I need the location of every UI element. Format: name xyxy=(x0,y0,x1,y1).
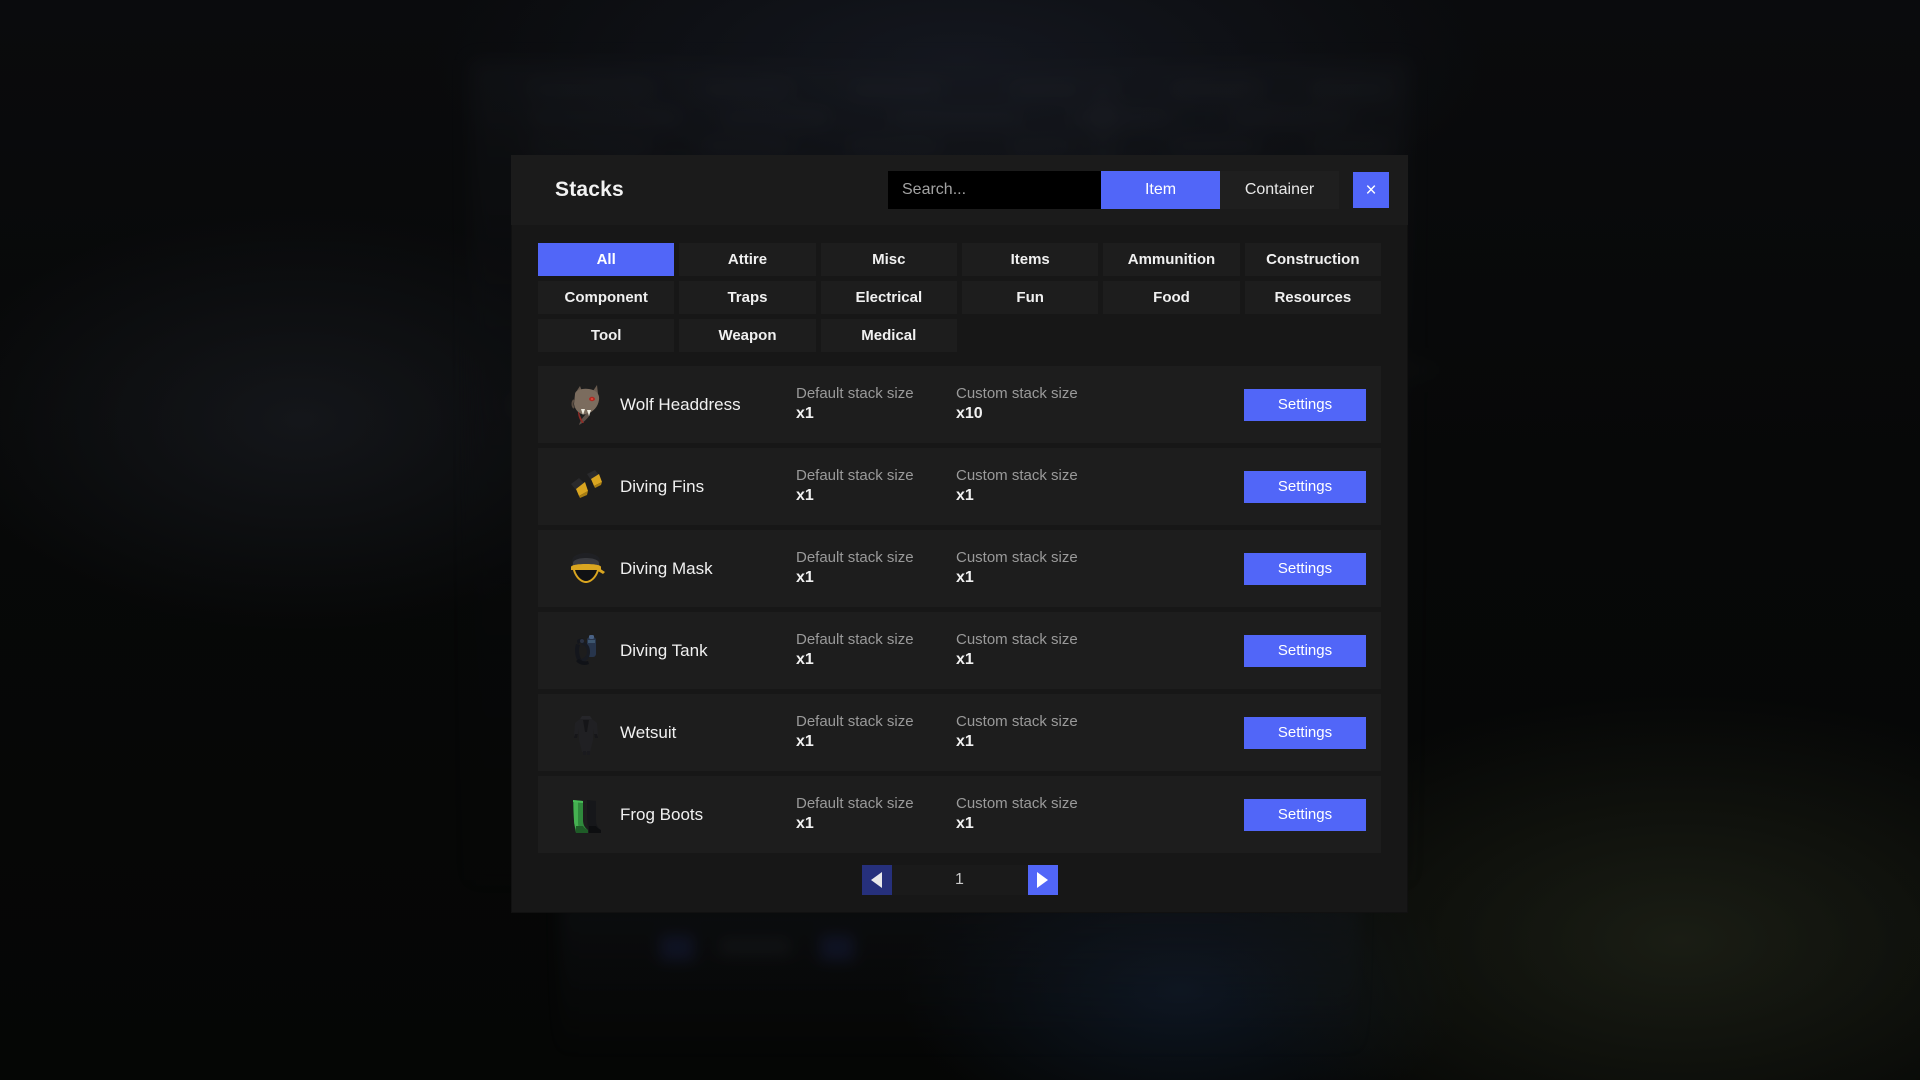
custom-stack-size: Custom stack size x1 xyxy=(956,795,1134,834)
triangle-right-icon xyxy=(1037,872,1048,888)
default-stack-label: Default stack size xyxy=(796,631,914,649)
category-filter-grid: All Attire Misc Items Ammunition Constru… xyxy=(511,225,1408,352)
prev-page-button[interactable] xyxy=(861,865,892,895)
category-resources[interactable]: Resources xyxy=(1244,281,1381,314)
settings-button[interactable]: Settings xyxy=(1244,634,1366,667)
wolf-headdress-icon xyxy=(560,379,612,431)
item-name: Frog Boots xyxy=(620,804,704,824)
table-row[interactable]: Frog Boots Default stack size x1 Custom … xyxy=(538,776,1381,853)
category-component[interactable]: Component xyxy=(538,281,675,314)
custom-stack-label: Custom stack size xyxy=(956,467,1078,485)
category-tool[interactable]: Tool xyxy=(538,319,675,352)
table-row[interactable]: Diving Mask Default stack size x1 Custom… xyxy=(538,530,1381,607)
custom-stack-value: x1 xyxy=(956,568,974,586)
default-stack-label: Default stack size xyxy=(796,795,914,813)
item-name: Diving Fins xyxy=(620,476,705,496)
search-input[interactable] xyxy=(888,171,1101,209)
default-stack-value: x1 xyxy=(796,814,814,832)
custom-stack-value: x1 xyxy=(956,814,974,832)
default-stack-size: Default stack size x1 xyxy=(796,631,956,670)
next-page-button[interactable] xyxy=(1027,865,1058,895)
default-stack-value: x1 xyxy=(796,486,814,504)
category-grid-spacer xyxy=(1245,319,1381,352)
header-controls: Item Container × xyxy=(888,171,1389,209)
table-row[interactable]: Wolf Headdress Default stack size x1 Cus… xyxy=(538,366,1381,443)
category-grid-spacer xyxy=(1103,319,1239,352)
custom-stack-label: Custom stack size xyxy=(956,385,1078,403)
default-stack-value: x1 xyxy=(796,404,814,422)
category-items[interactable]: Items xyxy=(961,243,1099,276)
default-stack-value: x1 xyxy=(796,568,814,586)
item-list: Wolf Headdress Default stack size x1 Cus… xyxy=(511,366,1408,853)
tab-item[interactable]: Item xyxy=(1101,171,1220,209)
item-name: Diving Mask xyxy=(620,558,713,578)
frog-boots-icon xyxy=(560,789,612,841)
settings-button[interactable]: Settings xyxy=(1244,388,1366,421)
custom-stack-size: Custom stack size x1 xyxy=(956,713,1134,752)
category-food[interactable]: Food xyxy=(1103,281,1240,314)
pager-control: 1 xyxy=(861,865,1058,895)
default-stack-size: Default stack size x1 xyxy=(796,795,956,834)
wetsuit-icon xyxy=(560,707,612,759)
custom-stack-value: x10 xyxy=(956,404,983,422)
custom-stack-size: Custom stack size x10 xyxy=(956,385,1134,424)
blurred-ui-ghost-bottom xyxy=(560,905,1360,1055)
diving-fins-icon xyxy=(560,461,612,513)
table-row[interactable]: Wetsuit Default stack size x1 Custom sta… xyxy=(538,694,1381,771)
category-fun[interactable]: Fun xyxy=(961,281,1099,314)
default-stack-value: x1 xyxy=(796,650,814,668)
category-attire[interactable]: Attire xyxy=(679,243,816,276)
category-grid-spacer xyxy=(962,319,1098,352)
category-all[interactable]: All xyxy=(538,243,675,276)
category-medical[interactable]: Medical xyxy=(820,319,957,352)
category-ammunition[interactable]: Ammunition xyxy=(1103,243,1240,276)
custom-stack-size: Custom stack size x1 xyxy=(956,467,1134,506)
settings-button[interactable]: Settings xyxy=(1244,470,1366,503)
category-traps[interactable]: Traps xyxy=(679,281,816,314)
page-title: Stacks xyxy=(555,178,624,201)
custom-stack-value: x1 xyxy=(956,650,974,668)
default-stack-label: Default stack size xyxy=(796,385,914,403)
page-number: 1 xyxy=(955,871,964,888)
custom-stack-size: Custom stack size x1 xyxy=(956,549,1134,588)
default-stack-label: Default stack size xyxy=(796,467,914,485)
category-misc[interactable]: Misc xyxy=(820,243,957,276)
settings-button[interactable]: Settings xyxy=(1244,798,1366,831)
default-stack-size: Default stack size x1 xyxy=(796,467,956,506)
diving-tank-icon xyxy=(560,625,612,677)
item-name: Wolf Headdress xyxy=(620,394,741,414)
default-stack-label: Default stack size xyxy=(796,713,914,731)
item-name: Wetsuit xyxy=(620,722,677,742)
triangle-left-icon xyxy=(871,872,882,888)
table-row[interactable]: Diving Fins Default stack size x1 Custom… xyxy=(538,448,1381,525)
settings-button[interactable]: Settings xyxy=(1244,716,1366,749)
custom-stack-label: Custom stack size xyxy=(956,631,1078,649)
custom-stack-label: Custom stack size xyxy=(956,795,1078,813)
custom-stack-value: x1 xyxy=(956,732,974,750)
default-stack-size: Default stack size x1 xyxy=(796,713,956,752)
diving-mask-icon xyxy=(560,543,612,595)
custom-stack-label: Custom stack size xyxy=(956,549,1078,567)
settings-button[interactable]: Settings xyxy=(1244,552,1366,585)
category-weapon[interactable]: Weapon xyxy=(679,319,816,352)
stacks-dialog: Stacks Item Container × All Attire Misc … xyxy=(511,155,1408,913)
custom-stack-value: x1 xyxy=(956,486,974,504)
default-stack-value: x1 xyxy=(796,732,814,750)
pagination: 1 xyxy=(511,865,1408,895)
table-row[interactable]: Diving Tank Default stack size x1 Custom… xyxy=(538,612,1381,689)
item-name: Diving Tank xyxy=(620,640,708,660)
custom-stack-size: Custom stack size x1 xyxy=(956,631,1134,670)
tab-container[interactable]: Container xyxy=(1220,171,1339,209)
custom-stack-label: Custom stack size xyxy=(956,713,1078,731)
default-stack-size: Default stack size x1 xyxy=(796,549,956,588)
default-stack-size: Default stack size x1 xyxy=(796,385,956,424)
category-construction[interactable]: Construction xyxy=(1244,243,1381,276)
default-stack-label: Default stack size xyxy=(796,549,914,567)
dialog-header: Stacks Item Container × xyxy=(511,155,1408,225)
close-icon[interactable]: × xyxy=(1353,172,1389,208)
category-electrical[interactable]: Electrical xyxy=(820,281,957,314)
